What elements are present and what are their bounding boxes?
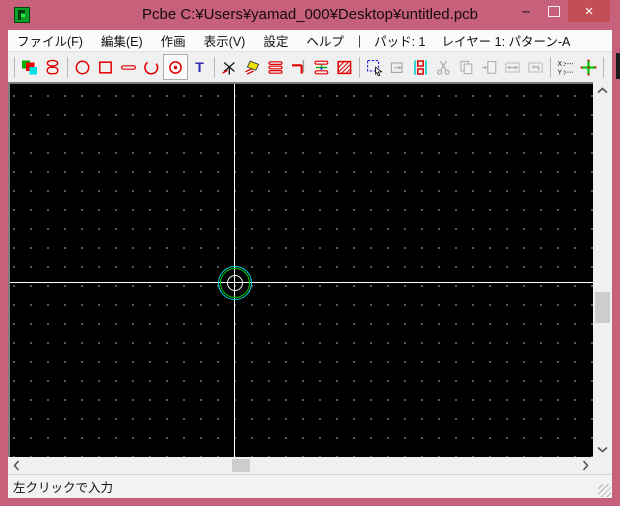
pad-icon [169, 60, 182, 74]
cut-tool [432, 54, 455, 80]
select-tool[interactable] [363, 54, 386, 80]
draw-pad-tool[interactable] [163, 54, 188, 80]
line-end-icon [292, 59, 305, 73]
break-line-icon [222, 61, 235, 75]
chevron-left-icon [12, 460, 19, 471]
close-button[interactable]: × [568, 0, 610, 22]
dot-grid[interactable] [10, 84, 593, 457]
clipped-edge-artifact [616, 53, 620, 79]
scroll-left-button[interactable] [8, 457, 24, 474]
svg-text:X:: X: [558, 61, 567, 69]
minimize-button[interactable]: – [512, 0, 540, 22]
maximize-icon [548, 5, 560, 17]
copy-tool [455, 54, 478, 80]
menu-settings[interactable]: 設定 [254, 31, 297, 50]
break-line-tool[interactable] [218, 54, 241, 80]
xy-coordinate-tool[interactable]: X: Y: [554, 54, 577, 80]
canvas-area[interactable] [8, 82, 593, 457]
layers-icon [22, 60, 37, 74]
xy-coordinate-icon: X: Y: [558, 61, 573, 76]
chevron-up-icon [597, 86, 608, 93]
stretch-icon [505, 62, 520, 72]
statusbar: 左クリックで入力 [8, 474, 612, 498]
chevron-right-icon [582, 460, 589, 471]
draw-text-tool[interactable]: T [188, 54, 211, 80]
eraser-tool[interactable] [241, 54, 264, 80]
draw-line-tool[interactable] [117, 54, 140, 80]
via-icon [314, 60, 329, 74]
vertical-scrollbar[interactable] [593, 82, 612, 457]
menu-file[interactable]: ファイル(F) [8, 31, 92, 50]
vertical-scrollbar-thumb[interactable] [595, 292, 610, 323]
horizontal-scrollbar[interactable] [8, 457, 593, 474]
draw-circle-tool[interactable] [71, 54, 94, 80]
move-tool [386, 54, 409, 80]
svg-text:Y:: Y: [558, 69, 567, 76]
cut-icon [436, 60, 450, 75]
pad-stack-icon [46, 59, 59, 74]
undo-icon [528, 62, 543, 72]
toolbar-separator [603, 56, 604, 78]
move-icon [390, 61, 403, 73]
pcbe-window: Pcbe C:¥Users¥yamad_000¥Desktop¥untitled… [0, 0, 620, 506]
scroll-down-button[interactable] [593, 441, 612, 457]
toolbar-separator [14, 56, 15, 78]
hatch-fill-tool[interactable] [333, 54, 356, 80]
rectangle-icon [99, 60, 112, 74]
menubar-divider: | [357, 33, 362, 48]
maximize-button[interactable] [540, 0, 568, 22]
menubar: ファイル(F) 編集(E) 作画 表示(V) 設定 ヘルプ | パッド: 1 レ… [8, 30, 612, 52]
toolbar-separator [550, 56, 551, 78]
svg-text:T: T [195, 59, 204, 75]
hatch-fill-icon [337, 60, 352, 74]
pad-preview-center-circle [227, 275, 243, 291]
draw-rectangle-tool[interactable] [94, 54, 117, 80]
menu-draw[interactable]: 作画 [152, 31, 195, 50]
origin-grid-icon [580, 59, 597, 75]
scroll-up-button[interactable] [593, 82, 612, 98]
titlebar[interactable]: Pcbe C:¥Users¥yamad_000¥Desktop¥untitled… [0, 0, 620, 30]
flip-layer-tool[interactable] [409, 54, 432, 80]
text-icon: T [195, 59, 204, 75]
menu-edit[interactable]: 編集(E) [92, 31, 152, 50]
resize-grip-icon[interactable] [598, 484, 611, 497]
undo-tool [524, 54, 547, 80]
flip-layer-icon [414, 59, 427, 75]
menu-help[interactable]: ヘルプ [297, 31, 353, 50]
toolbar-separator [359, 56, 360, 78]
toolbar-separator [67, 56, 68, 78]
pad-stack-tool[interactable] [41, 54, 64, 80]
line-icon [121, 64, 137, 70]
arc-icon [144, 61, 159, 75]
scroll-right-button[interactable] [577, 457, 593, 474]
toolbar: T X: Y: [8, 52, 612, 82]
layer-indicator: レイヤー 1: パターン-A [441, 35, 571, 49]
eraser-icon [245, 60, 260, 75]
stretch-tool [501, 54, 524, 80]
copy-icon [460, 60, 473, 74]
multi-line-icon [268, 60, 283, 74]
menu-view[interactable]: 表示(V) [195, 31, 255, 50]
crosshair-horizontal-line [10, 282, 593, 283]
circle-icon [75, 60, 90, 74]
origin-grid-tool[interactable] [577, 54, 600, 80]
paste-icon [482, 60, 497, 74]
chevron-down-icon [597, 446, 608, 453]
pad-indicator: パッド: 1 [374, 35, 426, 49]
status-message: 左クリックで入力 [13, 481, 114, 495]
scrollbar-corner [593, 457, 612, 474]
draw-arc-tool[interactable] [140, 54, 163, 80]
via-tool[interactable] [310, 54, 333, 80]
multi-line-tool[interactable] [264, 54, 287, 80]
layers-tool[interactable] [18, 54, 41, 80]
line-end-tool[interactable] [287, 54, 310, 80]
paste-tool [478, 54, 501, 80]
toolbar-separator [214, 56, 215, 78]
horizontal-scrollbar-thumb[interactable] [232, 459, 250, 472]
select-icon [367, 59, 383, 76]
